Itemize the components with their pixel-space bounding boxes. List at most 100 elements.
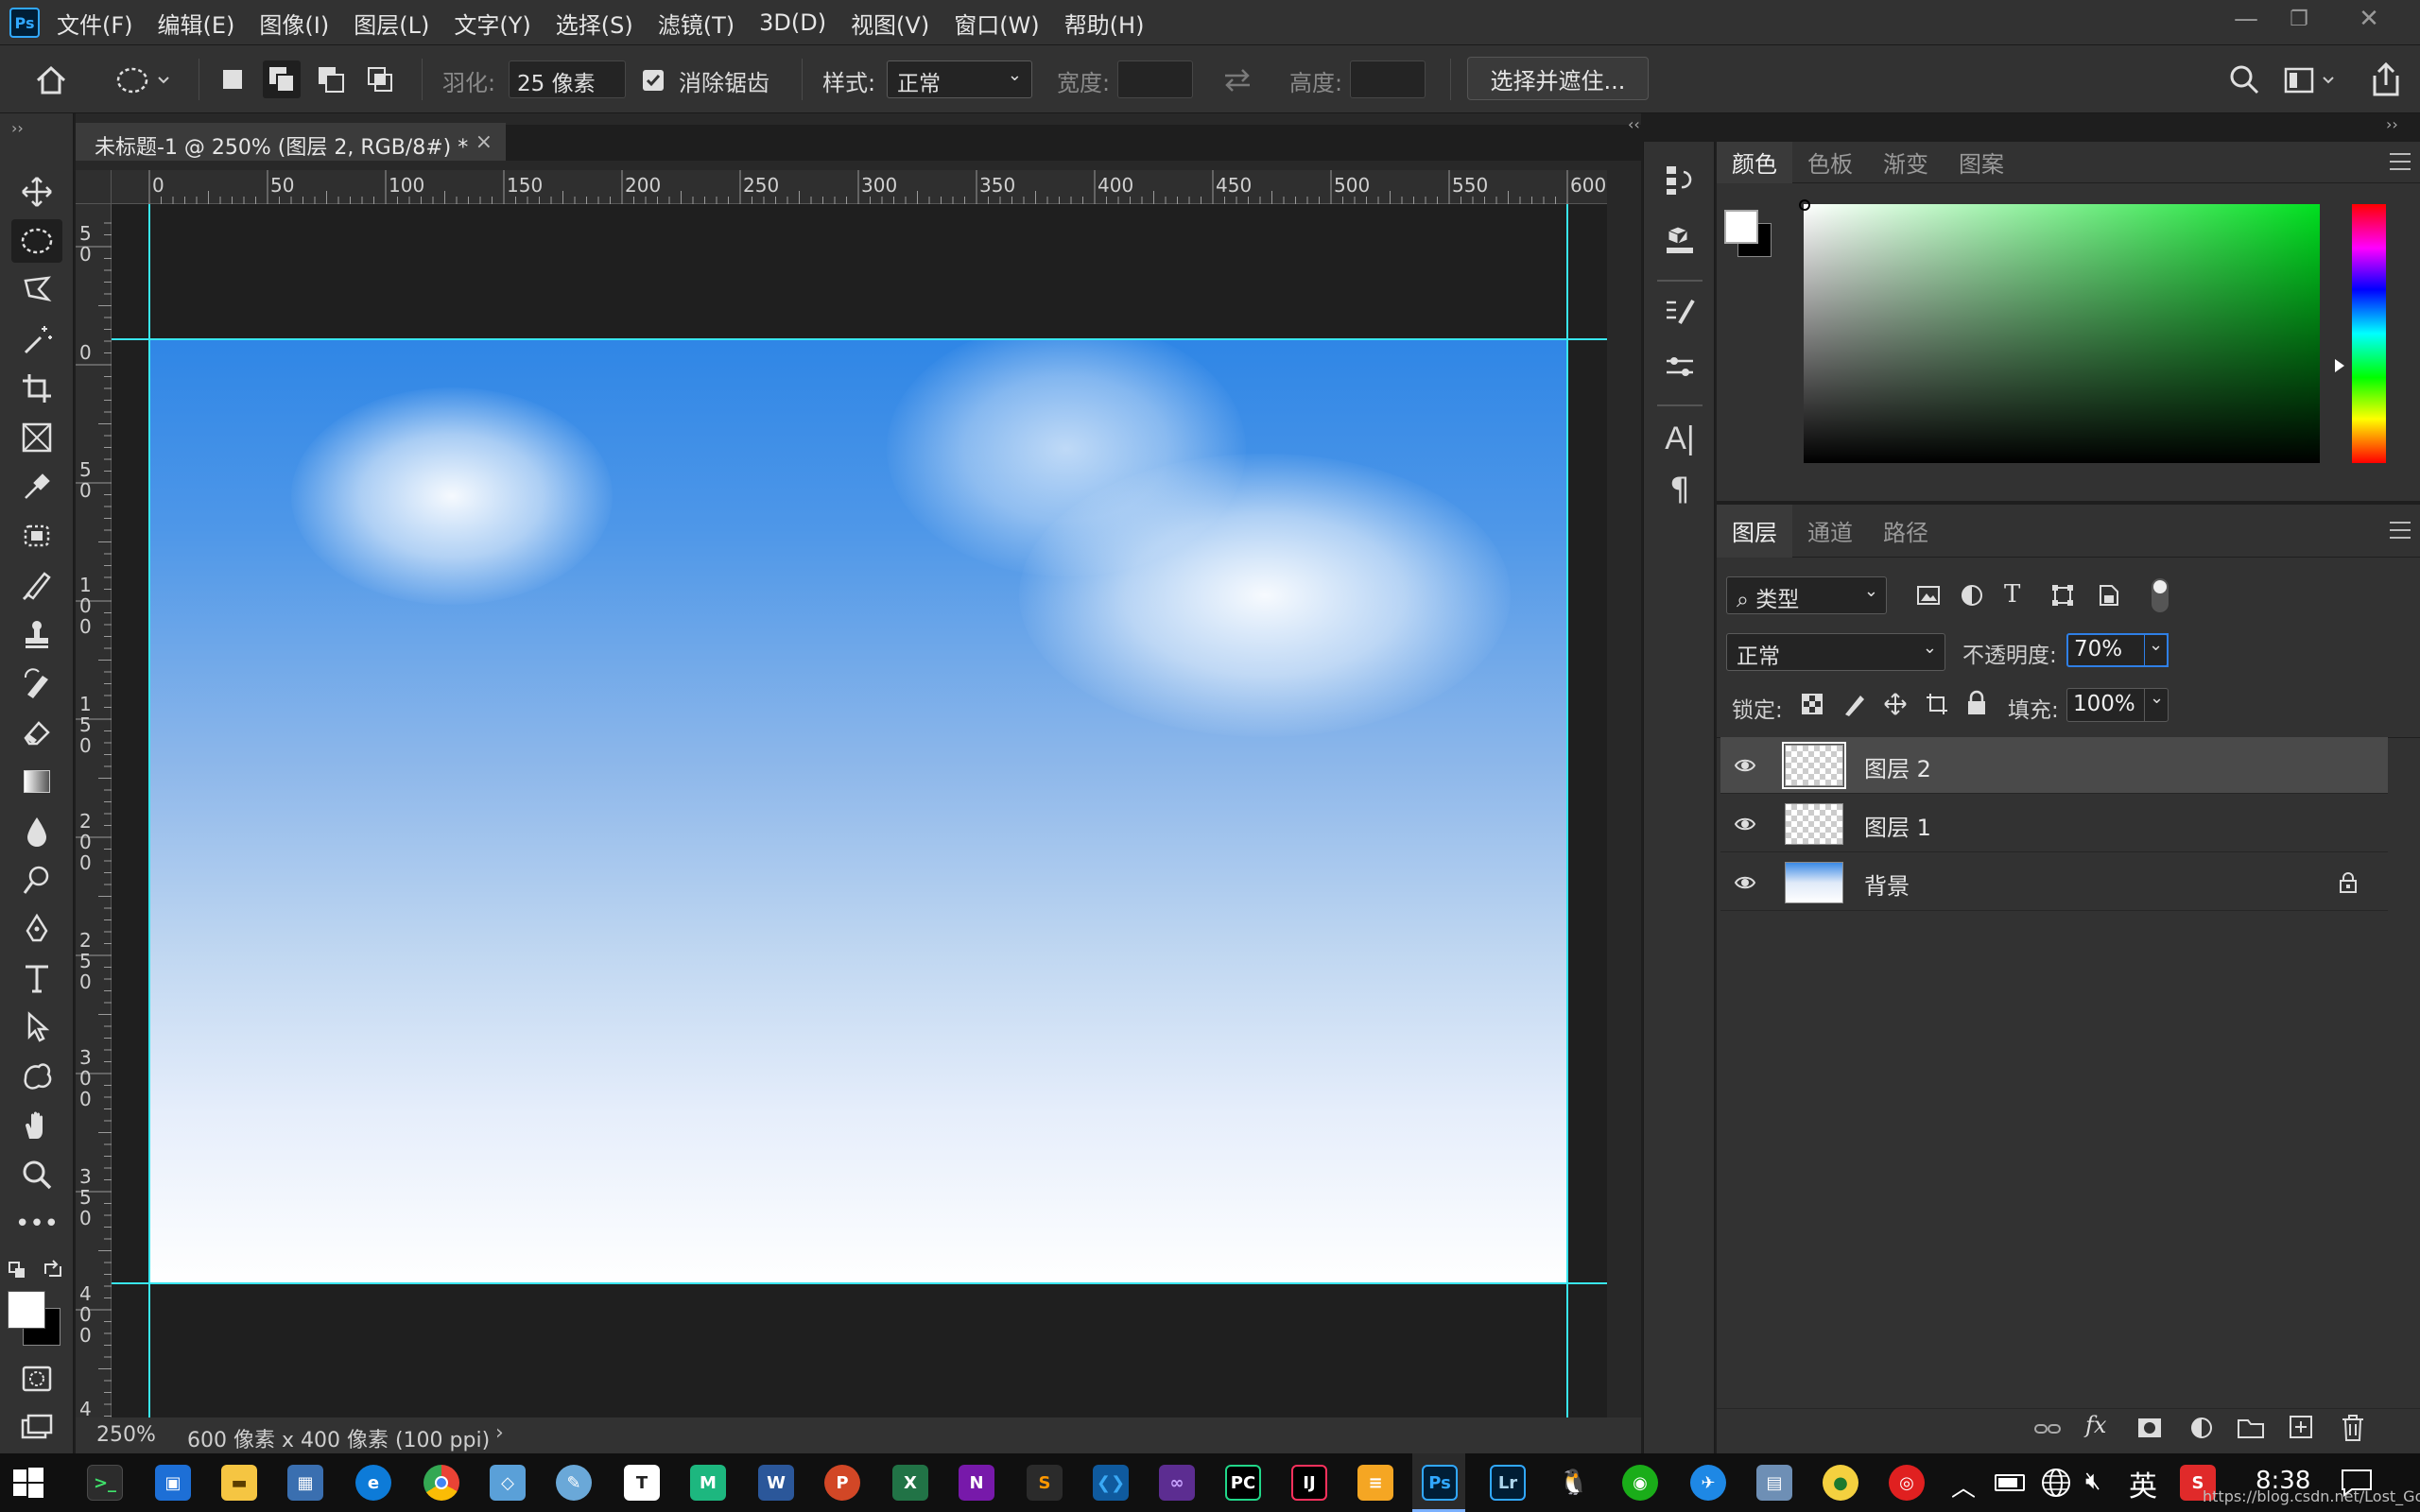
magic-wand-tool-icon[interactable] bbox=[11, 318, 62, 361]
lock-position-icon[interactable] bbox=[1883, 692, 1908, 716]
new-group-folder-icon[interactable] bbox=[2237, 1416, 2265, 1440]
lock-all-icon[interactable] bbox=[1964, 690, 1989, 716]
zoom-level[interactable]: 250% bbox=[96, 1423, 156, 1447]
lock-image-pixels-icon[interactable] bbox=[1841, 692, 1866, 716]
zoom-tool-icon[interactable] bbox=[11, 1153, 62, 1196]
painter-app-icon[interactable]: ✎ bbox=[556, 1465, 592, 1501]
layer-filter-dropdown[interactable]: ⌕ 类型 ⌄ bbox=[1726, 576, 1887, 614]
add-to-selection-icon[interactable] bbox=[263, 60, 301, 98]
tab-layers[interactable]: 图层 bbox=[1717, 504, 1792, 558]
tray-expand-icon[interactable]: ︿ bbox=[1951, 1469, 1976, 1503]
home-icon[interactable] bbox=[32, 62, 70, 98]
collapse-panels-icon[interactable]: ‹‹ bbox=[1628, 115, 1640, 133]
lock-artboard-icon[interactable] bbox=[1925, 692, 1949, 716]
brush-tool-icon[interactable] bbox=[11, 563, 62, 607]
layer-name[interactable]: 图层 2 bbox=[1864, 750, 1931, 783]
minimize-icon[interactable]: — bbox=[2220, 0, 2273, 38]
horizontal-ruler[interactable]: 0 50 100 150 200 250 300 350 400 450 500… bbox=[112, 170, 1607, 204]
delete-layer-trash-icon[interactable] bbox=[2341, 1414, 2365, 1442]
polygonal-lasso-tool-icon[interactable] bbox=[11, 268, 62, 312]
height-input[interactable] bbox=[1350, 60, 1426, 98]
blur-tool-icon[interactable] bbox=[11, 809, 62, 852]
width-input[interactable] bbox=[1117, 60, 1193, 98]
close-tab-icon[interactable]: × bbox=[475, 130, 493, 154]
notes-app-icon[interactable]: ≡ bbox=[1357, 1465, 1393, 1501]
blend-mode-dropdown[interactable]: 正常 ⌄ bbox=[1726, 633, 1945, 671]
photoshop-app-icon[interactable]: Ps bbox=[1422, 1465, 1458, 1501]
layer-row[interactable]: 图层 1 bbox=[1720, 796, 2388, 852]
edge-browser-icon[interactable]: e bbox=[355, 1465, 391, 1501]
elliptical-marquee-tool-icon[interactable] bbox=[11, 219, 62, 263]
dodge-tool-icon[interactable] bbox=[11, 858, 62, 902]
qq-app-icon[interactable]: 🐧 bbox=[1556, 1465, 1592, 1501]
layer-style-fx-icon[interactable]: fx bbox=[2085, 1412, 2106, 1438]
new-selection-icon[interactable] bbox=[214, 60, 251, 98]
visibility-eye-icon[interactable] bbox=[1734, 754, 1756, 777]
layer-row[interactable]: 背景 bbox=[1720, 854, 2388, 911]
path-selection-tool-icon[interactable] bbox=[11, 1005, 62, 1049]
intellij-app-icon[interactable]: IJ bbox=[1291, 1465, 1327, 1501]
visual-studio-app-icon[interactable]: ∞ bbox=[1159, 1465, 1195, 1501]
layer-name[interactable]: 图层 1 bbox=[1864, 809, 1931, 842]
antialias-checkbox[interactable] bbox=[643, 70, 664, 91]
frame-tool-icon[interactable] bbox=[11, 416, 62, 459]
3d-panel-icon[interactable] bbox=[1657, 217, 1703, 263]
type-tool-icon[interactable] bbox=[11, 956, 62, 1000]
pen-tool-icon[interactable] bbox=[11, 907, 62, 951]
foreground-color-swatch[interactable] bbox=[8, 1291, 45, 1329]
quick-mask-icon[interactable] bbox=[11, 1357, 62, 1400]
menu-help[interactable]: 帮助(H) bbox=[1064, 7, 1145, 40]
guide-horizontal-bottom[interactable] bbox=[112, 1282, 1607, 1284]
excel-app-icon[interactable]: X bbox=[892, 1465, 928, 1501]
character-panel-icon[interactable]: A| bbox=[1657, 416, 1703, 461]
workspace-switcher-icon[interactable] bbox=[2282, 64, 2339, 96]
terminal-app-icon[interactable]: >_ bbox=[87, 1465, 123, 1501]
eraser-tool-icon[interactable] bbox=[11, 711, 62, 754]
layer-row[interactable]: 图层 2 bbox=[1720, 737, 2388, 794]
dingtalk-app-icon[interactable]: ✈ bbox=[1690, 1465, 1726, 1501]
intersect-selection-icon[interactable] bbox=[361, 60, 399, 98]
opacity-dropdown-icon[interactable]: ⌄ bbox=[2144, 633, 2169, 667]
battery-icon[interactable] bbox=[1995, 1474, 2025, 1491]
file-explorer-icon[interactable]: ▬ bbox=[221, 1465, 257, 1501]
image-canvas[interactable] bbox=[149, 340, 1567, 1284]
menu-select[interactable]: 选择(S) bbox=[556, 7, 633, 40]
eyedropper-tool-icon[interactable] bbox=[11, 465, 62, 508]
ruler-origin[interactable] bbox=[76, 170, 112, 204]
brush-settings-icon[interactable] bbox=[1657, 289, 1703, 335]
move-tool-icon[interactable] bbox=[11, 170, 62, 214]
layer-name[interactable]: 背景 bbox=[1864, 868, 1910, 901]
ime-indicator[interactable]: 英 bbox=[2129, 1463, 2157, 1504]
swap-arrows-icon[interactable] bbox=[1221, 66, 1253, 94]
guide-horizontal-top[interactable] bbox=[112, 338, 1607, 340]
adjustment-layer-icon[interactable] bbox=[2189, 1416, 2216, 1442]
visibility-eye-icon[interactable] bbox=[1734, 871, 1756, 894]
tab-gradients[interactable]: 渐变 bbox=[1868, 142, 1944, 183]
status-expand-icon[interactable]: › bbox=[495, 1421, 504, 1445]
guide-vertical-right[interactable] bbox=[1566, 204, 1568, 1418]
share-icon[interactable] bbox=[2369, 60, 2403, 98]
fill-dropdown-icon[interactable]: ⌄ bbox=[2144, 688, 2169, 722]
patch-tool-icon[interactable] bbox=[11, 514, 62, 558]
select-and-mask-button[interactable]: 选择并遮住... bbox=[1467, 57, 1649, 100]
more-tools-icon[interactable]: ••• bbox=[11, 1202, 62, 1246]
filter-adjustment-layers-icon[interactable] bbox=[1959, 582, 1985, 609]
vscode-app-icon[interactable]: ❮❯ bbox=[1093, 1465, 1129, 1501]
netease-music-app-icon[interactable]: ◎ bbox=[1889, 1465, 1925, 1501]
vertical-ruler[interactable]: 5 0 0 5 0 1 0 0 1 5 0 2 0 0 2 5 0 3 0 0 … bbox=[76, 204, 112, 1419]
menu-file[interactable]: 文件(F) bbox=[57, 7, 133, 40]
network-globe-icon[interactable] bbox=[2040, 1467, 2072, 1499]
chrome-browser-icon[interactable] bbox=[424, 1465, 459, 1501]
menu-edit[interactable]: 编辑(E) bbox=[158, 7, 235, 40]
hue-slider-handle[interactable] bbox=[2335, 359, 2344, 372]
lock-transparent-pixels-icon[interactable] bbox=[1800, 692, 1824, 716]
color-field[interactable] bbox=[1799, 199, 2320, 463]
wechat-app-icon[interactable]: ◉ bbox=[1622, 1465, 1658, 1501]
game-app-icon[interactable]: ● bbox=[1823, 1465, 1858, 1501]
menu-layer[interactable]: 图层(L) bbox=[354, 7, 429, 40]
menu-3d[interactable]: 3D(D) bbox=[759, 9, 826, 36]
expand-panels-icon[interactable]: ›› bbox=[2386, 115, 2398, 133]
menu-filter[interactable]: 滤镜(T) bbox=[658, 7, 735, 40]
crop-tool-icon[interactable] bbox=[11, 367, 62, 410]
word-app-icon[interactable]: W bbox=[758, 1465, 794, 1501]
